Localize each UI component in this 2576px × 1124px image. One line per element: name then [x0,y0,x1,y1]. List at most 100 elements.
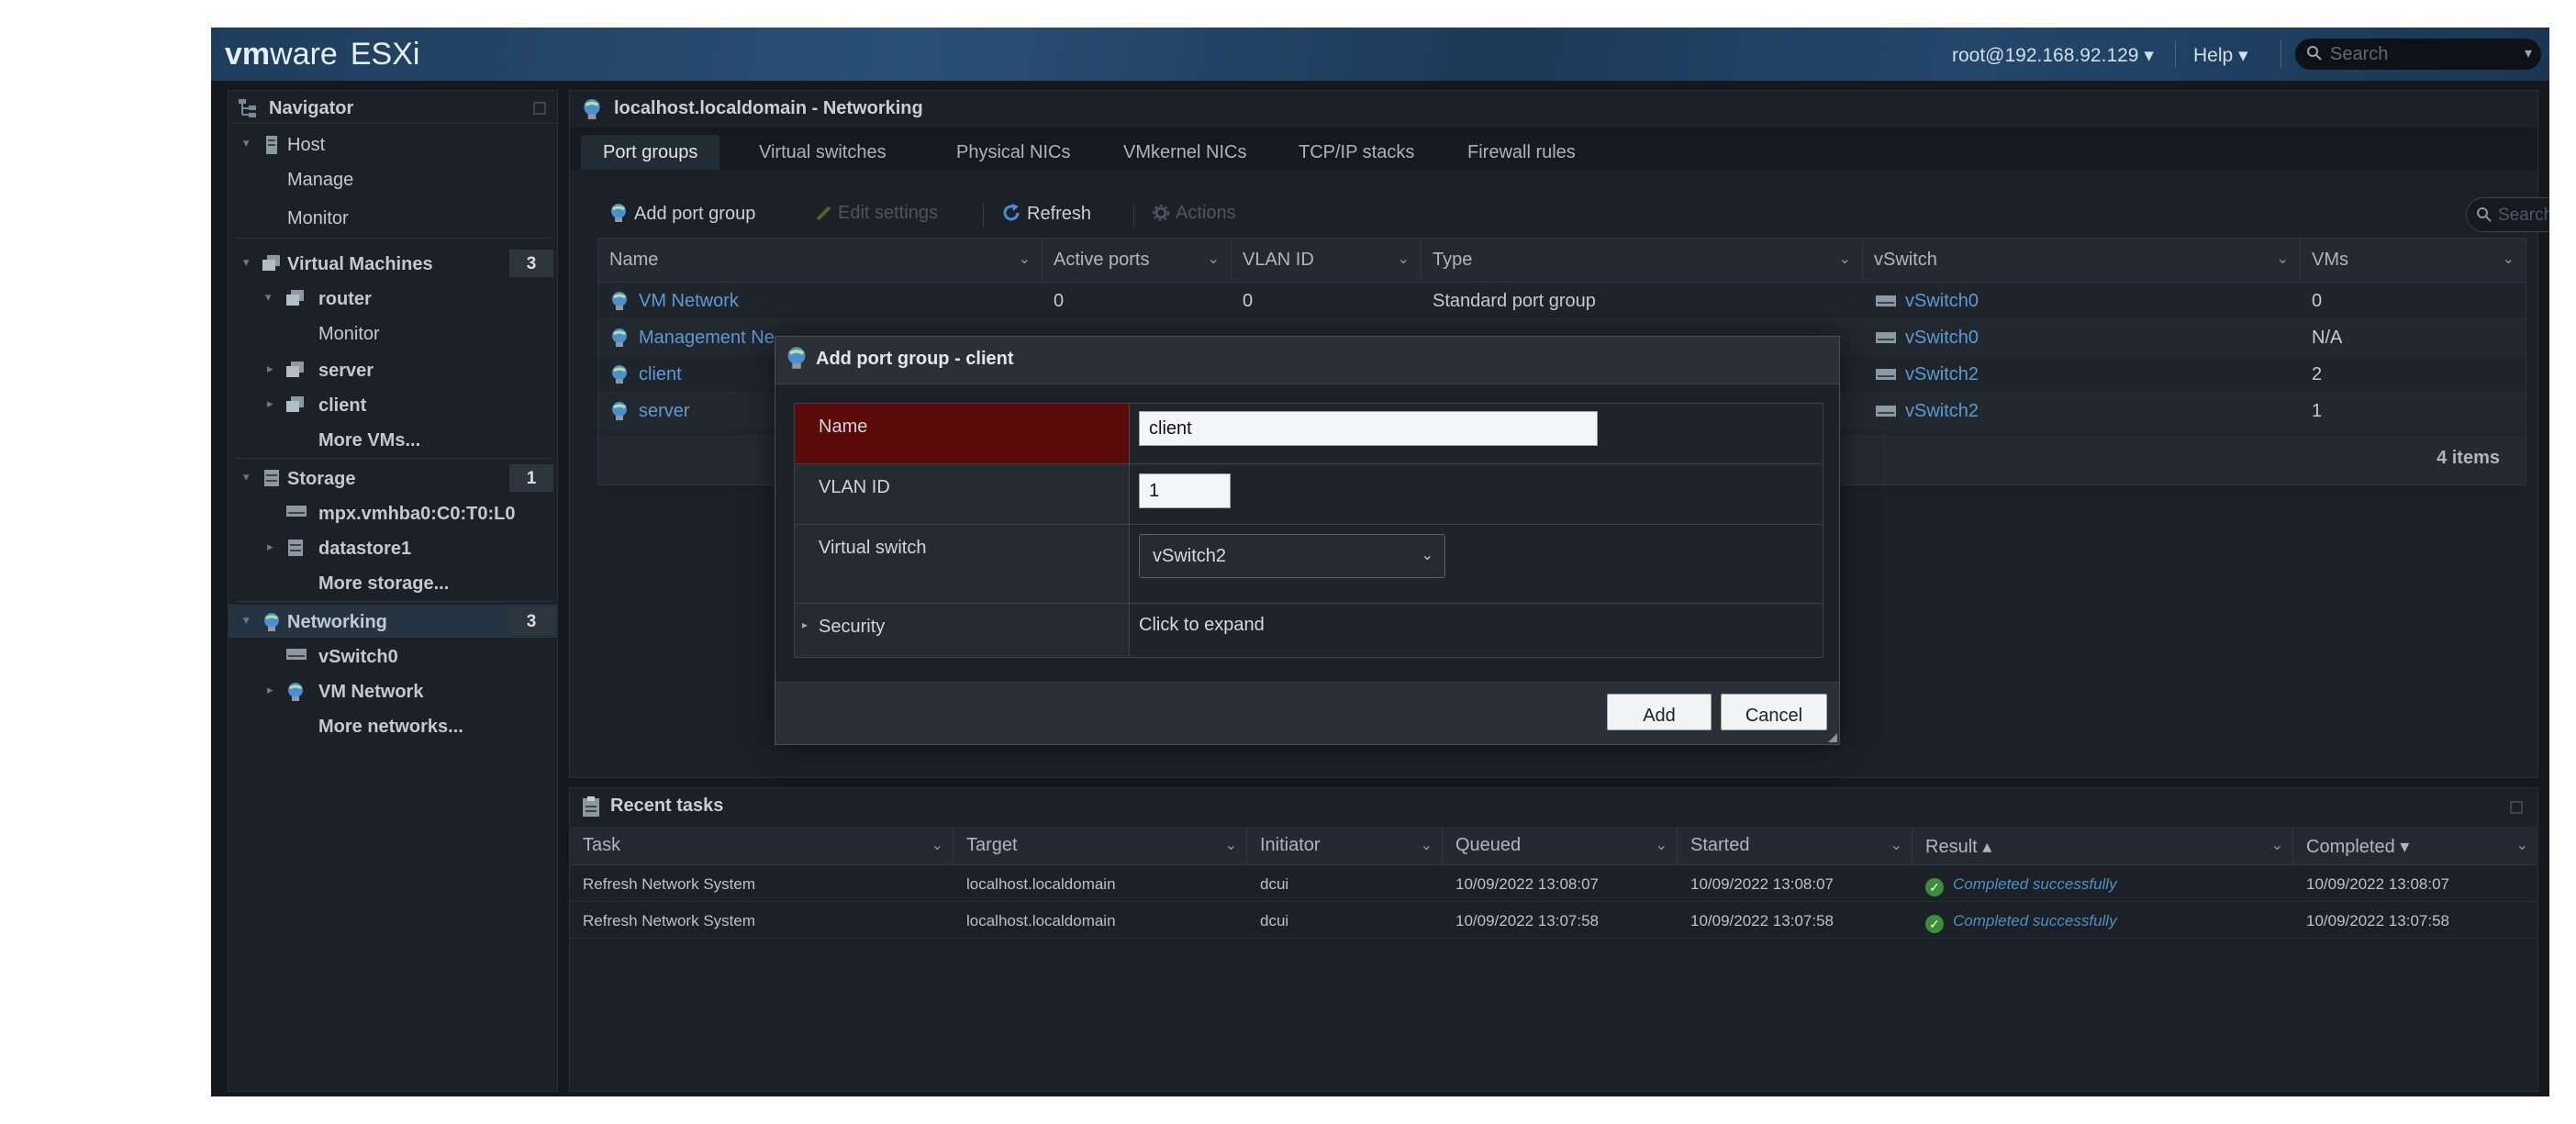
collapse-arrow-icon[interactable]: ▾ [243,470,250,484]
refresh-button[interactable]: Refresh [1001,203,1091,225]
row-vswitch[interactable]: vSwitch2 [1905,401,1979,422]
task-row[interactable]: Refresh Network System localhost.localdo… [570,865,2537,902]
row-vswitch[interactable]: vSwitch0 [1905,291,1979,312]
help-menu[interactable]: Help ▾ [2193,44,2248,67]
chevron-down-icon[interactable]: ⌄ [1019,250,1031,268]
row-vms: 2 [2312,364,2323,384]
collapse-arrow-icon[interactable]: ▾ [243,613,250,628]
task-result: ✓ Completed successfully [1925,875,2117,896]
item-count: 4 items [2437,448,2500,468]
column-header-vms[interactable]: VMs ⌄ [2301,239,2526,283]
collapse-arrow-icon[interactable]: ▾ [265,290,272,305]
column-header-type[interactable]: Type ⌄ [1422,239,1863,283]
tab-port-groups[interactable]: Port groups [581,135,720,170]
chevron-down-icon[interactable]: ⌄ [2277,250,2289,268]
tab-vmkernel-nics[interactable]: VMkernel NICs [1101,135,1268,170]
task-row[interactable]: Refresh Network System localhost.localdo… [570,902,2537,939]
column-header-vlan-id[interactable]: VLAN ID ⌄ [1232,239,1422,283]
name-input[interactable] [1139,411,1598,446]
column-header-vswitch[interactable]: vSwitch ⌄ [1863,239,2301,283]
recent-tasks-panel: Recent tasks Task ⌄ Target ⌄ Initiator ⌄ Qu… [569,787,2538,1092]
chevron-down-icon[interactable]: ⌄ [1208,250,1220,268]
nav-router-monitor[interactable]: Monitor [229,317,557,350]
nav-storage[interactable]: ▾ Storage 1 [229,462,557,495]
row-name[interactable]: VM Network [639,291,739,312]
row-name[interactable]: client [639,364,682,385]
column-header-name[interactable]: Name ⌄ [598,239,1043,283]
cancel-button[interactable]: Cancel [1721,694,1827,730]
actions-button[interactable]: Actions [1152,203,1236,224]
port-group-search[interactable]: Search [2466,197,2549,232]
add-port-group-button[interactable]: Add port group [608,203,755,225]
resize-handle[interactable] [1828,733,1837,742]
nav-host-manage[interactable]: Manage [229,162,557,195]
chevron-down-icon[interactable]: ⌄ [1890,836,1902,854]
nav-networking[interactable]: ▾ Networking 3 [229,605,557,638]
collapse-arrow-icon[interactable]: ▾ [243,255,250,270]
row-name[interactable]: server [639,401,690,422]
expand-arrow-icon[interactable]: ▸ [267,540,273,554]
column-header-started[interactable]: Started ⌄ [1678,827,1912,865]
column-header-active-ports[interactable]: Active ports ⌄ [1043,239,1232,283]
tab-physical-nics[interactable]: Physical NICs [934,135,1092,170]
nav-vm-client[interactable]: ▸ client [229,388,557,421]
nav-vswitch0[interactable]: vSwitch0 [229,640,557,673]
nav-host[interactable]: ▾ Host [229,128,557,161]
add-button[interactable]: Add [1607,694,1712,730]
column-header-result[interactable]: Result ▴ ⌄ [1912,827,2293,865]
chevron-down-icon[interactable]: ⌄ [931,836,943,854]
nav-host-monitor[interactable]: Monitor [229,201,557,234]
chevron-down-icon[interactable]: ⌄ [2516,836,2528,854]
user-menu[interactable]: root@192.168.92.129 ▾ [1952,44,2154,67]
divider [236,238,552,239]
column-header-task[interactable]: Task ⌄ [570,827,953,865]
row-vswitch[interactable]: vSwitch2 [1905,364,1979,385]
nav-storage-device[interactable]: mpx.vmhba0:C0:T0:L0 [229,496,557,529]
nav-more-storage[interactable]: More storage... [229,566,557,599]
chevron-down-icon[interactable]: ⌄ [1398,250,1410,268]
vswitch-icon [1876,406,1896,417]
column-header-completed[interactable]: Completed ▾ ⌄ [2293,827,2537,865]
chevron-down-icon[interactable]: ⌄ [1656,836,1667,854]
chevron-down-icon[interactable]: ⌄ [1839,250,1851,268]
column-header-initiator[interactable]: Initiator ⌄ [1247,827,1443,865]
tab-tcpip-stacks[interactable]: TCP/IP stacks [1277,135,1436,170]
column-header-queued[interactable]: Queued ⌄ [1443,827,1678,865]
chevron-down-icon[interactable]: ⌄ [1225,836,1237,854]
expand-arrow-icon[interactable]: ▸ [267,396,273,411]
collapse-icon[interactable] [533,102,546,115]
chevron-down-icon[interactable]: ⌄ [2503,250,2515,268]
collapse-arrow-icon[interactable]: ▾ [243,136,250,150]
task-initiator: dcui [1260,875,1289,893]
nav-virtual-machines[interactable]: ▾ Virtual Machines 3 [229,247,557,280]
table-row[interactable]: VM Network 0 0 Standard port group vSwit… [598,283,2526,319]
nav-datastore1[interactable]: ▸ datastore1 [229,531,557,564]
row-name[interactable]: Management Ne [639,328,775,349]
edit-settings-button[interactable]: Edit settings [816,203,938,224]
chevron-down-icon[interactable]: ⌄ [2271,836,2283,854]
nav-device-label: mpx.vmhba0:C0:T0:L0 [318,504,516,524]
nav-more-vms[interactable]: More VMs... [229,423,557,456]
security-row[interactable]: ▸ Security Click to expand [795,604,1823,657]
nav-vm-network[interactable]: ▸ VM Network [229,674,557,707]
nav-vm-server[interactable]: ▸ server [229,353,557,386]
row-vswitch[interactable]: vSwitch0 [1905,328,1979,349]
column-header-target[interactable]: Target ⌄ [953,827,1247,865]
chevron-down-icon[interactable]: ⌄ [1421,836,1433,854]
global-search[interactable]: Search ▾ [2295,39,2541,70]
expand-arrow-icon[interactable]: ▸ [267,362,273,376]
expand-arrow-icon[interactable]: ▸ [267,683,273,697]
security-expand-link[interactable]: Click to expand [1139,615,1265,636]
nav-vm-router[interactable]: ▾ router [229,282,557,315]
vlan-id-input[interactable] [1139,473,1231,508]
expand-arrow-icon[interactable]: ▸ [802,618,808,631]
virtual-switch-select[interactable]: vSwitch2 ⌄ [1139,534,1445,578]
tab-firewall-rules[interactable]: Firewall rules [1445,135,1598,170]
refresh-icon [1003,204,1020,221]
nav-more-networks[interactable]: More networks... [229,709,557,742]
row-type: Standard port group [1433,291,1596,311]
collapse-icon[interactable] [2510,801,2523,814]
tab-virtual-switches[interactable]: Virtual switches [737,135,909,170]
chevron-down-icon[interactable]: ▾ [2525,44,2532,62]
nav-client-label: client [318,395,367,416]
